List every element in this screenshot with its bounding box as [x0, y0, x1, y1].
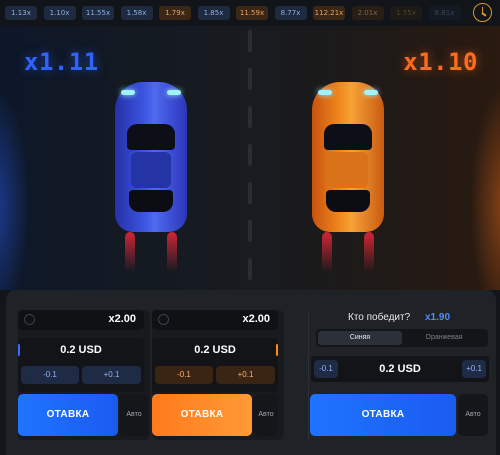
history-chip: 1.79x [159, 6, 191, 20]
history-chip: 8.81x [428, 6, 461, 20]
orange-multiplier: x1.10 [403, 48, 478, 76]
blue-coef-field[interactable]: x2.00 [18, 310, 144, 330]
orange-minus-button[interactable]: -0.1 [155, 366, 213, 384]
history-chip: 2.01x [351, 6, 384, 20]
winner-odds: x1.90 [425, 312, 451, 323]
power-icon[interactable] [158, 314, 169, 325]
lane-divider [248, 220, 252, 242]
winner-plus-button[interactable]: +0.1 [462, 360, 486, 378]
blue-amount-box: 0.2 USD -0.1 +0.1 [18, 338, 144, 392]
orange-amount[interactable]: 0.2 USD [152, 344, 278, 356]
blue-side-glow [0, 86, 30, 290]
history-chip: 11.59x [236, 6, 268, 20]
blue-auto-button[interactable]: Авто [120, 394, 148, 436]
winner-amount-box: -0.1 0.2 USD +0.1 [311, 356, 489, 382]
blue-plus-button[interactable]: +0.1 [82, 366, 141, 384]
history-chip: 1.10x [43, 6, 76, 20]
blue-amount[interactable]: 0.2 USD [18, 344, 144, 356]
control-panel: x2.00 0.2 USD -0.1 +0.1 ОТАВКА Авто x2.0… [6, 290, 496, 455]
race-track: x1.11 x1.10 [0, 26, 500, 290]
winner-stake-button[interactable]: ОТАВКА [310, 394, 456, 436]
tab-orange[interactable]: Оранжевая [402, 331, 486, 345]
clock-icon[interactable] [473, 3, 492, 22]
multiplier-history: 1.13x 1.10x 11.55x 1.58x 1.79x 1.85x 11.59x 8.7… [0, 0, 500, 26]
orange-amount-box: 0.2 USD -0.1 +0.1 [152, 338, 278, 392]
orange-stake-button[interactable]: ОТАВКА [152, 394, 252, 436]
blue-multiplier: x1.11 [24, 48, 99, 76]
winner-question: Кто победит? [348, 312, 411, 323]
history-chip: 8.77x [274, 6, 307, 20]
lane-divider [248, 258, 252, 280]
history-chip: 1.85x [197, 6, 230, 20]
winner-auto-button[interactable]: Авто [458, 394, 488, 436]
power-icon[interactable] [24, 314, 35, 325]
orange-side-glow [470, 86, 500, 290]
lane-divider [248, 106, 252, 128]
winner-tabs: Синяя Оранжевая [316, 329, 488, 347]
history-chip: 11.55x [82, 6, 114, 20]
tab-blue[interactable]: Синяя [318, 331, 402, 345]
lane-divider [248, 144, 252, 166]
blue-bet-panel: x2.00 0.2 USD -0.1 +0.1 ОТАВКА Авто [18, 310, 150, 440]
orange-bet-panel: x2.00 0.2 USD -0.1 +0.1 ОТАВКА Авто [152, 310, 284, 440]
blue-coef-value: x2.00 [108, 313, 136, 325]
lane-divider [248, 30, 252, 52]
lane-divider [248, 68, 252, 90]
orange-coef-field[interactable]: x2.00 [152, 310, 278, 330]
history-chip: 1.13x [5, 6, 37, 20]
orange-car [312, 82, 384, 272]
blue-car [115, 82, 187, 272]
blue-stake-button[interactable]: ОТАВКА [18, 394, 118, 436]
orange-plus-button[interactable]: +0.1 [216, 366, 275, 384]
orange-coef-value: x2.00 [242, 313, 270, 325]
history-chip: 112.21x [313, 6, 345, 20]
orange-auto-button[interactable]: Авто [254, 394, 278, 436]
history-chip: 1.58x [120, 6, 153, 20]
panel-divider [308, 312, 309, 440]
blue-minus-button[interactable]: -0.1 [21, 366, 79, 384]
lane-divider [248, 182, 252, 204]
history-chip: 1.55x [390, 6, 422, 20]
